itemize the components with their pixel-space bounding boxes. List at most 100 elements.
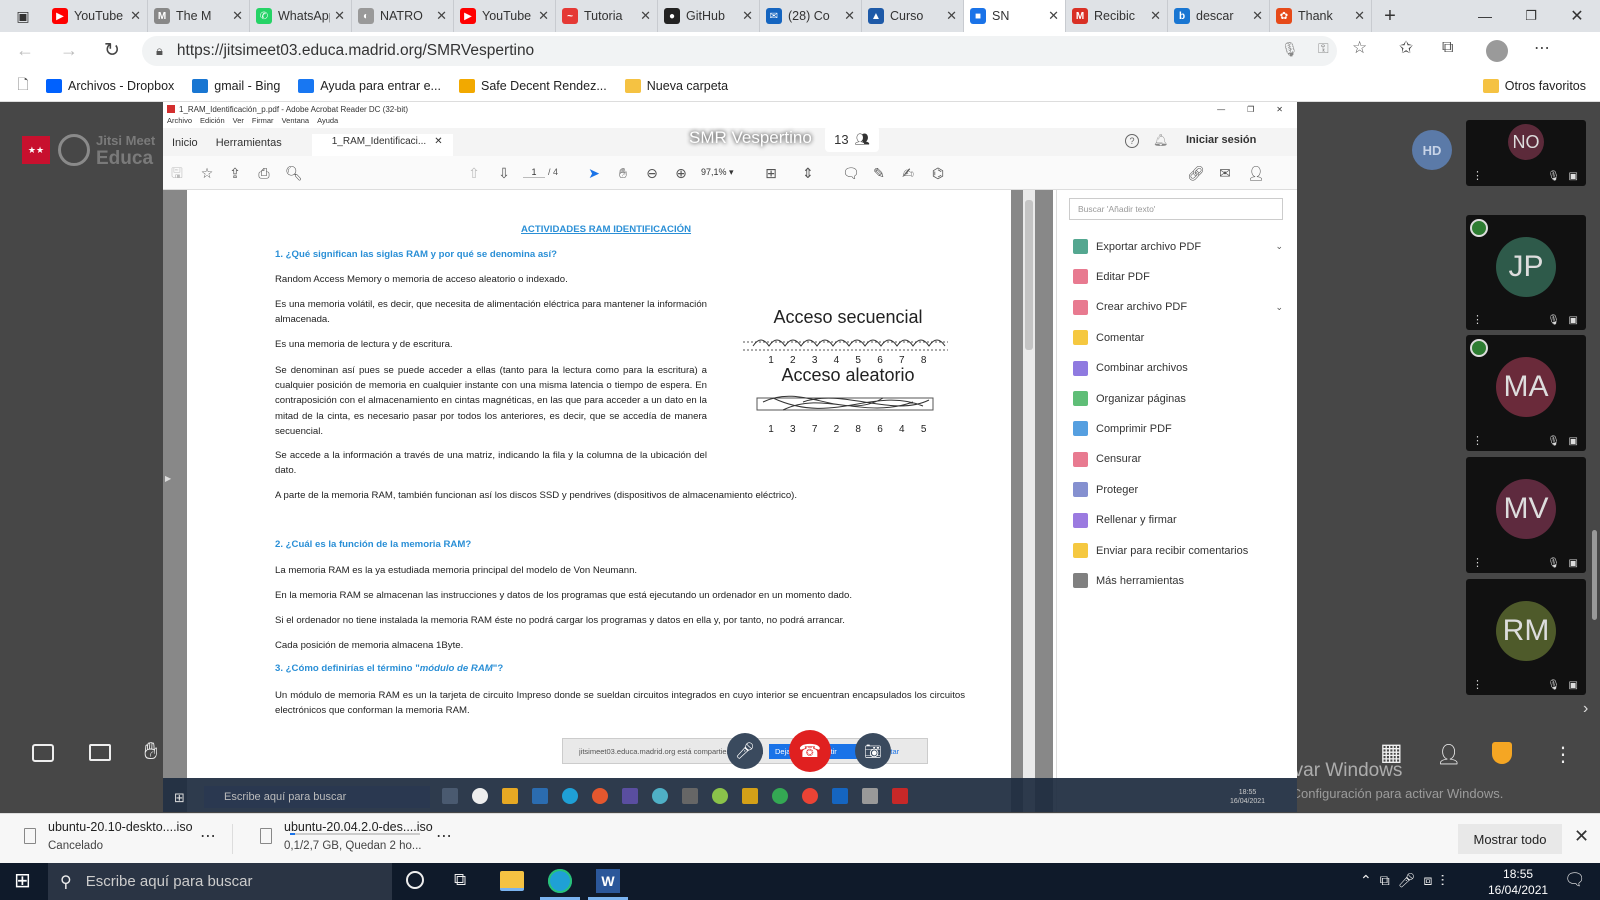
- prev-page-icon[interactable]: ⇧: [466, 165, 482, 181]
- save-icon[interactable]: 🖫︎: [169, 165, 185, 181]
- chevron-down-icon[interactable]: ⌄: [1275, 241, 1283, 252]
- next-page-icon[interactable]: ⇩: [496, 165, 512, 181]
- email-icon[interactable]: ✉: [1217, 165, 1233, 181]
- pdf-viewport[interactable]: ▶ ACTIVIDADES RAM IDENTIFICACIÓN 1. ¿Qué…: [163, 190, 1053, 812]
- bookmark-item[interactable]: Nueva carpeta: [624, 78, 728, 93]
- invite-icon[interactable]: 👤︎: [1436, 742, 1461, 767]
- link-share-icon[interactable]: 🔗︎: [1187, 165, 1205, 181]
- fit-page-icon[interactable]: ⊞: [763, 165, 779, 181]
- settings-more-icon[interactable]: ⋯: [1534, 38, 1550, 58]
- tab-close-icon[interactable]: ✕: [946, 8, 957, 24]
- add-user-icon[interactable]: 👤︎: [1247, 165, 1265, 181]
- signin-button[interactable]: Iniciar sesión: [1186, 134, 1256, 146]
- bell-icon[interactable]: 🔔︎: [1153, 133, 1168, 147]
- screenshare-icon[interactable]: [89, 744, 111, 761]
- tool-item[interactable]: Organizar páginas: [1073, 391, 1283, 406]
- highlight-pen-icon[interactable]: ✎: [871, 165, 887, 181]
- tab-close-icon[interactable]: ✕: [334, 8, 345, 24]
- security-shield-icon[interactable]: [1492, 742, 1512, 764]
- taskbar-search[interactable]: ⚲ Escribe aquí para buscar: [48, 863, 392, 900]
- acrobat-close-icon[interactable]: ✕: [1276, 105, 1283, 114]
- favorites-icon[interactable]: ✩: [1399, 38, 1413, 58]
- download-item[interactable]: ubuntu-20.10-deskto....iso Cancelado ⋯: [14, 818, 234, 860]
- bookmark-item[interactable]: gmail - Bing: [192, 78, 280, 93]
- hangup-button[interactable]: ☎: [789, 730, 831, 772]
- tab-close-icon[interactable]: ✕: [844, 8, 855, 24]
- download-more-icon[interactable]: ⋯: [436, 826, 452, 846]
- restore-icon[interactable]: ❐: [1508, 8, 1554, 24]
- browser-tab[interactable]: ▶ YouTube ✕: [454, 0, 556, 32]
- tile-menu-icon[interactable]: ⋮: [1472, 434, 1483, 447]
- profile-avatar[interactable]: [1486, 40, 1508, 62]
- cortana-icon[interactable]: [406, 871, 424, 889]
- tool-item[interactable]: Crear archivo PDF ⌄: [1073, 299, 1283, 315]
- tool-item[interactable]: Exportar archivo PDF ⌄: [1073, 239, 1283, 254]
- filmstrip-toggle-icon[interactable]: ›: [1583, 700, 1588, 718]
- tab-close-icon[interactable]: ✕: [538, 8, 549, 24]
- pdf-scrollbar-thumb[interactable]: [1025, 200, 1033, 350]
- key-icon[interactable]: ⚿: [1318, 40, 1329, 57]
- filmstrip-scrollbar[interactable]: [1592, 530, 1597, 620]
- browser-tab[interactable]: ▲ Curso ✕: [862, 0, 964, 32]
- acrobat-menu-item[interactable]: Edición: [200, 116, 225, 128]
- system-tray-icons[interactable]: ⌃⧉🎤︎⧈ⵗ: [1360, 872, 1453, 889]
- chat-icon[interactable]: [32, 744, 54, 762]
- tile-menu-icon[interactable]: ⋮: [1472, 556, 1483, 569]
- other-favorites[interactable]: Otros favoritos: [1482, 78, 1586, 93]
- stamp-icon[interactable]: ⌬: [930, 165, 946, 181]
- chevron-down-icon[interactable]: ⌄: [1275, 302, 1283, 313]
- tool-item[interactable]: Comprimir PDF: [1073, 421, 1283, 437]
- tab-close-icon[interactable]: ✕: [640, 8, 651, 24]
- add-favorite-icon[interactable]: ☆: [1352, 38, 1367, 58]
- show-all-downloads-button[interactable]: Mostrar todo: [1458, 824, 1562, 854]
- download-more-icon[interactable]: ⋯: [200, 826, 216, 846]
- raise-hand-icon[interactable]: ✋︎: [144, 738, 158, 766]
- acrobat-menu-item[interactable]: Ayuda: [317, 116, 338, 128]
- zoom-out-icon[interactable]: ⊖: [644, 165, 660, 181]
- hand-tool-icon[interactable]: ✋︎: [615, 165, 631, 181]
- tool-item[interactable]: Censurar: [1073, 451, 1283, 467]
- browser-tab[interactable]: ~ Tutoria ✕: [556, 0, 658, 32]
- camera-off-button[interactable]: 📷︎: [855, 733, 891, 769]
- left-panel-toggle-icon[interactable]: ▶: [165, 474, 171, 483]
- print-icon[interactable]: ⎙: [256, 165, 272, 181]
- browser-tab[interactable]: ✆ WhatsApp ✕: [250, 0, 352, 32]
- browser-tab[interactable]: ✉ (28) Co ✕: [760, 0, 862, 32]
- select-cursor-icon[interactable]: ➤: [586, 165, 602, 181]
- participant-tile[interactable]: MV ⋮ 🎙︎ ▣: [1466, 457, 1586, 573]
- tab-inicio[interactable]: Inicio: [163, 137, 208, 156]
- tab-actions-icon[interactable]: ▣: [0, 0, 46, 32]
- tool-item[interactable]: Enviar para recibir comentarios: [1073, 543, 1283, 558]
- zoom-in-icon[interactable]: ⊕: [673, 165, 689, 181]
- acrobat-menu-item[interactable]: Ventana: [282, 116, 310, 128]
- browser-tab[interactable]: ▶ YouTube ✕: [46, 0, 148, 32]
- zoom-select[interactable]: 97,1% ▾: [701, 167, 734, 178]
- microphone-icon[interactable]: 🎙︎: [1281, 41, 1299, 58]
- tile-menu-icon[interactable]: ⋮: [1472, 678, 1483, 691]
- scroll-mode-icon[interactable]: ⇕: [800, 165, 816, 181]
- download-item[interactable]: ubuntu-20.04.2.0-des....iso 0,1/2,7 GB, Q…: [250, 818, 470, 860]
- tab-herramientas[interactable]: Herramientas: [208, 137, 312, 156]
- close-window-icon[interactable]: ✕: [1554, 6, 1600, 26]
- bookmark-star-icon[interactable]: ☆: [199, 165, 215, 181]
- forward-icon[interactable]: →: [60, 40, 78, 61]
- acrobat-restore-icon[interactable]: ❐: [1247, 105, 1254, 114]
- tab-close-icon[interactable]: ✕: [1048, 8, 1059, 24]
- acrobat-menu-item[interactable]: Ver: [233, 116, 244, 128]
- tab-close-icon[interactable]: ✕: [1150, 8, 1161, 24]
- refresh-icon[interactable]: ↻: [104, 39, 120, 62]
- participant-tile[interactable]: NO ⋮ 🎙︎ ▣: [1466, 120, 1586, 186]
- url-field[interactable]: 🔒︎ https://jitsimeet03.educa.madrid.org/…: [142, 36, 1337, 66]
- tools-search-input[interactable]: Buscar 'Añadir texto': [1069, 198, 1283, 220]
- browser-tab[interactable]: M Recibic ✕: [1066, 0, 1168, 32]
- draw-icon[interactable]: ✍︎: [900, 165, 916, 181]
- close-downloads-icon[interactable]: ✕: [1574, 826, 1589, 847]
- bookmark-item[interactable]: Archivos - Dropbox: [46, 78, 174, 93]
- acrobat-minimize-icon[interactable]: —: [1217, 105, 1225, 114]
- tool-item[interactable]: Comentar: [1073, 330, 1283, 346]
- start-icon[interactable]: ⊞: [14, 871, 31, 891]
- taskbar-clock[interactable]: 18:55 16/04/2021: [1488, 866, 1548, 898]
- mute-mic-button[interactable]: 🎤︎: [727, 733, 763, 769]
- tab-close-icon[interactable]: ✕: [436, 8, 447, 24]
- minimize-icon[interactable]: —: [1462, 8, 1508, 24]
